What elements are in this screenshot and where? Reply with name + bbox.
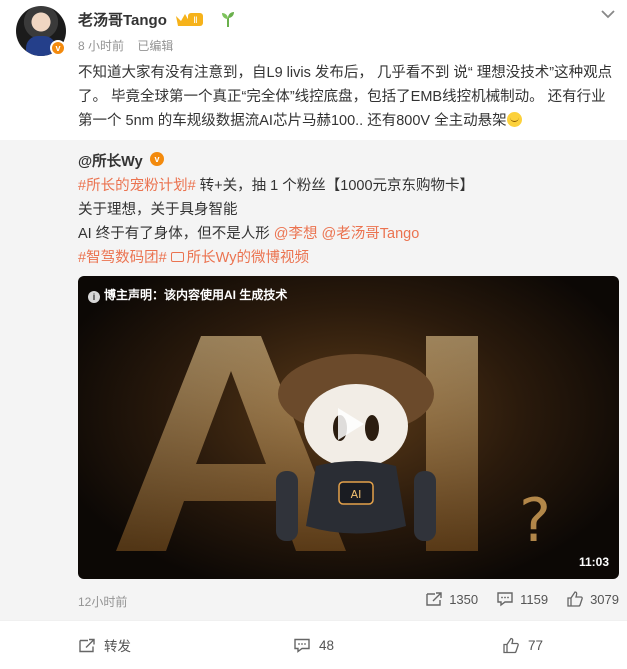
- repost-stats: 1350 1159 3079: [425, 591, 619, 607]
- repost-icon: [79, 638, 95, 652]
- verified-badge-icon: v: [50, 40, 66, 56]
- topic-link[interactable]: #所长的宠粉计划#: [78, 178, 196, 194]
- comment-icon: [294, 638, 310, 653]
- info-icon: i: [88, 291, 100, 303]
- action-bar: 转发 48 77: [0, 620, 627, 669]
- comment-button[interactable]: 48: [209, 621, 418, 669]
- verified-badge-icon: v: [150, 152, 164, 166]
- repost-author[interactable]: @所长Wy: [78, 150, 143, 171]
- crown-icon[interactable]: Ⅱ: [174, 12, 204, 27]
- svg-text:Ⅱ: Ⅱ: [193, 16, 197, 26]
- reposted-content[interactable]: @所长Wy v #所长的宠粉计划# 转+关，抽 1 个粉丝【1000元京东购物卡…: [0, 140, 627, 620]
- robot-chest-label: AI: [351, 488, 362, 501]
- repost-count-button[interactable]: 1350: [425, 591, 478, 607]
- repost-button[interactable]: 转发: [0, 621, 209, 669]
- emoji-icon: [506, 112, 522, 127]
- like-count-button[interactable]: 3079: [566, 591, 619, 607]
- repost-time[interactable]: 12小时前: [78, 593, 127, 610]
- comment-icon: [497, 592, 513, 607]
- video-icon: [170, 252, 184, 262]
- post-time[interactable]: 8 小时前: [78, 39, 124, 53]
- video-duration: 11:03: [578, 555, 609, 569]
- video-thumbnail: ? AI: [116, 336, 551, 556]
- edited-label[interactable]: 已编辑: [137, 39, 173, 53]
- ai-disclosure-notice: i 博主声明：该内容使用AI 生成技术: [88, 286, 287, 303]
- chevron-down-icon[interactable]: [600, 8, 616, 20]
- sprout-icon: [222, 12, 234, 27]
- author-name[interactable]: 老汤哥Tango: [78, 9, 167, 30]
- video-player[interactable]: ? AI i 博主声明：该内容使用AI 生成技术 11:03: [78, 276, 619, 579]
- topic-link[interactable]: #智驾数码团#: [78, 250, 167, 266]
- thumbs-up-icon: [503, 637, 519, 653]
- thumbs-up-icon: [567, 591, 583, 607]
- post-meta: 8 小时前 已编辑: [78, 37, 173, 54]
- repost-icon: [426, 592, 442, 606]
- weibo-post: v 老汤哥Tango Ⅱ 8 小时前 已编辑 不知道大家有没有注意到，自L9 l…: [0, 0, 627, 669]
- play-icon[interactable]: [328, 404, 368, 444]
- mention-link[interactable]: @李想: [274, 226, 318, 242]
- post-text: 不知道大家有没有注意到，自L9 livis 发布后， 几乎看不到 说“ 理想没技…: [78, 61, 614, 133]
- svg-text:?: ?: [519, 486, 551, 556]
- comment-count-button[interactable]: 1159: [496, 591, 548, 607]
- video-link[interactable]: 所长Wy的微博视频: [170, 250, 309, 266]
- like-button[interactable]: 77: [418, 621, 627, 669]
- repost-text: #所长的宠粉计划# 转+关，抽 1 个粉丝【1000元京东购物卡】 关于理想，关…: [78, 178, 475, 266]
- mention-link[interactable]: @老汤哥Tango: [322, 226, 420, 242]
- post-body: 不知道大家有没有注意到，自L9 livis 发布后， 几乎看不到 说“ 理想没技…: [78, 65, 613, 129]
